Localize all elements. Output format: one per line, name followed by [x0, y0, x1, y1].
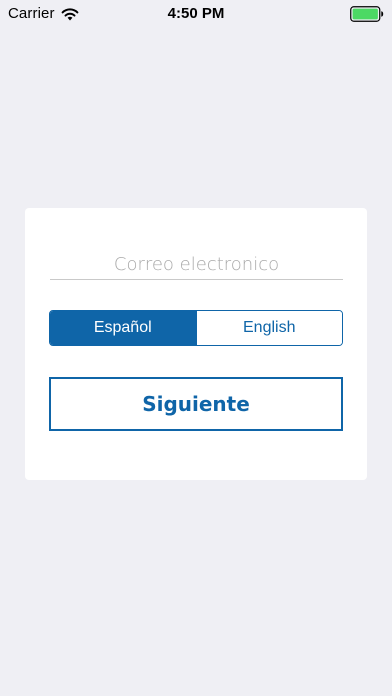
login-card: Español English Siguiente [25, 208, 367, 480]
language-option-english[interactable]: English [195, 311, 342, 345]
battery-full-icon [350, 6, 384, 22]
status-time: 4:50 PM [167, 5, 225, 22]
status-bar: Carrier 4:50 PM [0, 0, 392, 28]
language-selector: Español English [49, 310, 343, 346]
battery-group [350, 6, 384, 22]
next-button[interactable]: Siguiente [49, 377, 343, 431]
next-button-label: Siguiente [142, 392, 250, 416]
email-field[interactable] [50, 250, 343, 280]
login-screen: Carrier 4:50 PM Español English Siguient… [0, 0, 392, 696]
language-option-espanol[interactable]: Español [50, 311, 196, 345]
